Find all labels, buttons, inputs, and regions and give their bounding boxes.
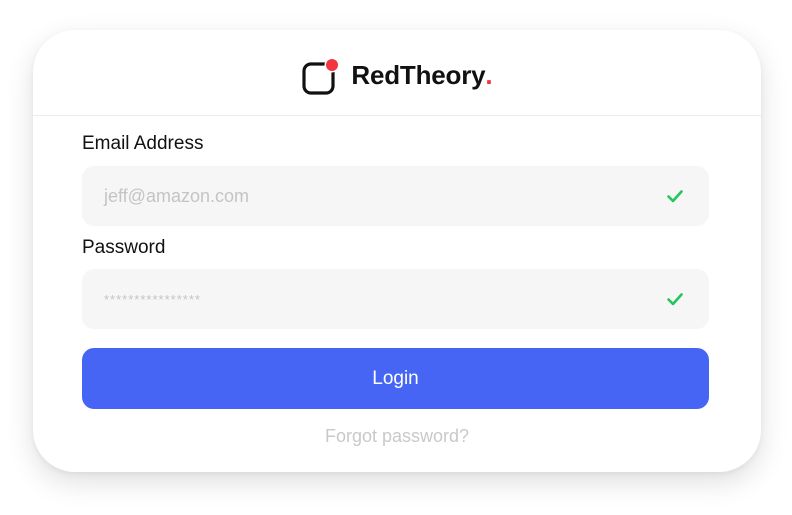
brand-dot: . xyxy=(485,60,493,90)
login-card: RedTheory. Email Address jeff@amazon.com… xyxy=(33,30,761,472)
card-header: RedTheory. xyxy=(33,30,761,116)
logo-mark-icon xyxy=(302,57,340,95)
forgot-password-link[interactable]: Forgot password? xyxy=(33,426,761,447)
login-button[interactable]: Login xyxy=(82,348,709,409)
email-valid-check-icon xyxy=(667,190,683,203)
password-value[interactable]: **************** xyxy=(104,292,665,307)
page: RedTheory. Email Address jeff@amazon.com… xyxy=(0,0,792,515)
password-label: Password xyxy=(82,237,166,258)
password-valid-check-icon xyxy=(667,293,683,306)
brand-name: RedTheory xyxy=(351,60,486,90)
email-field[interactable]: jeff@amazon.com xyxy=(82,166,709,226)
brand-logo: RedTheory. xyxy=(301,56,493,96)
brand-wordmark: RedTheory. xyxy=(351,60,492,91)
password-field[interactable]: **************** xyxy=(82,269,709,329)
email-label: Email Address xyxy=(82,133,204,154)
email-value[interactable]: jeff@amazon.com xyxy=(104,186,665,207)
